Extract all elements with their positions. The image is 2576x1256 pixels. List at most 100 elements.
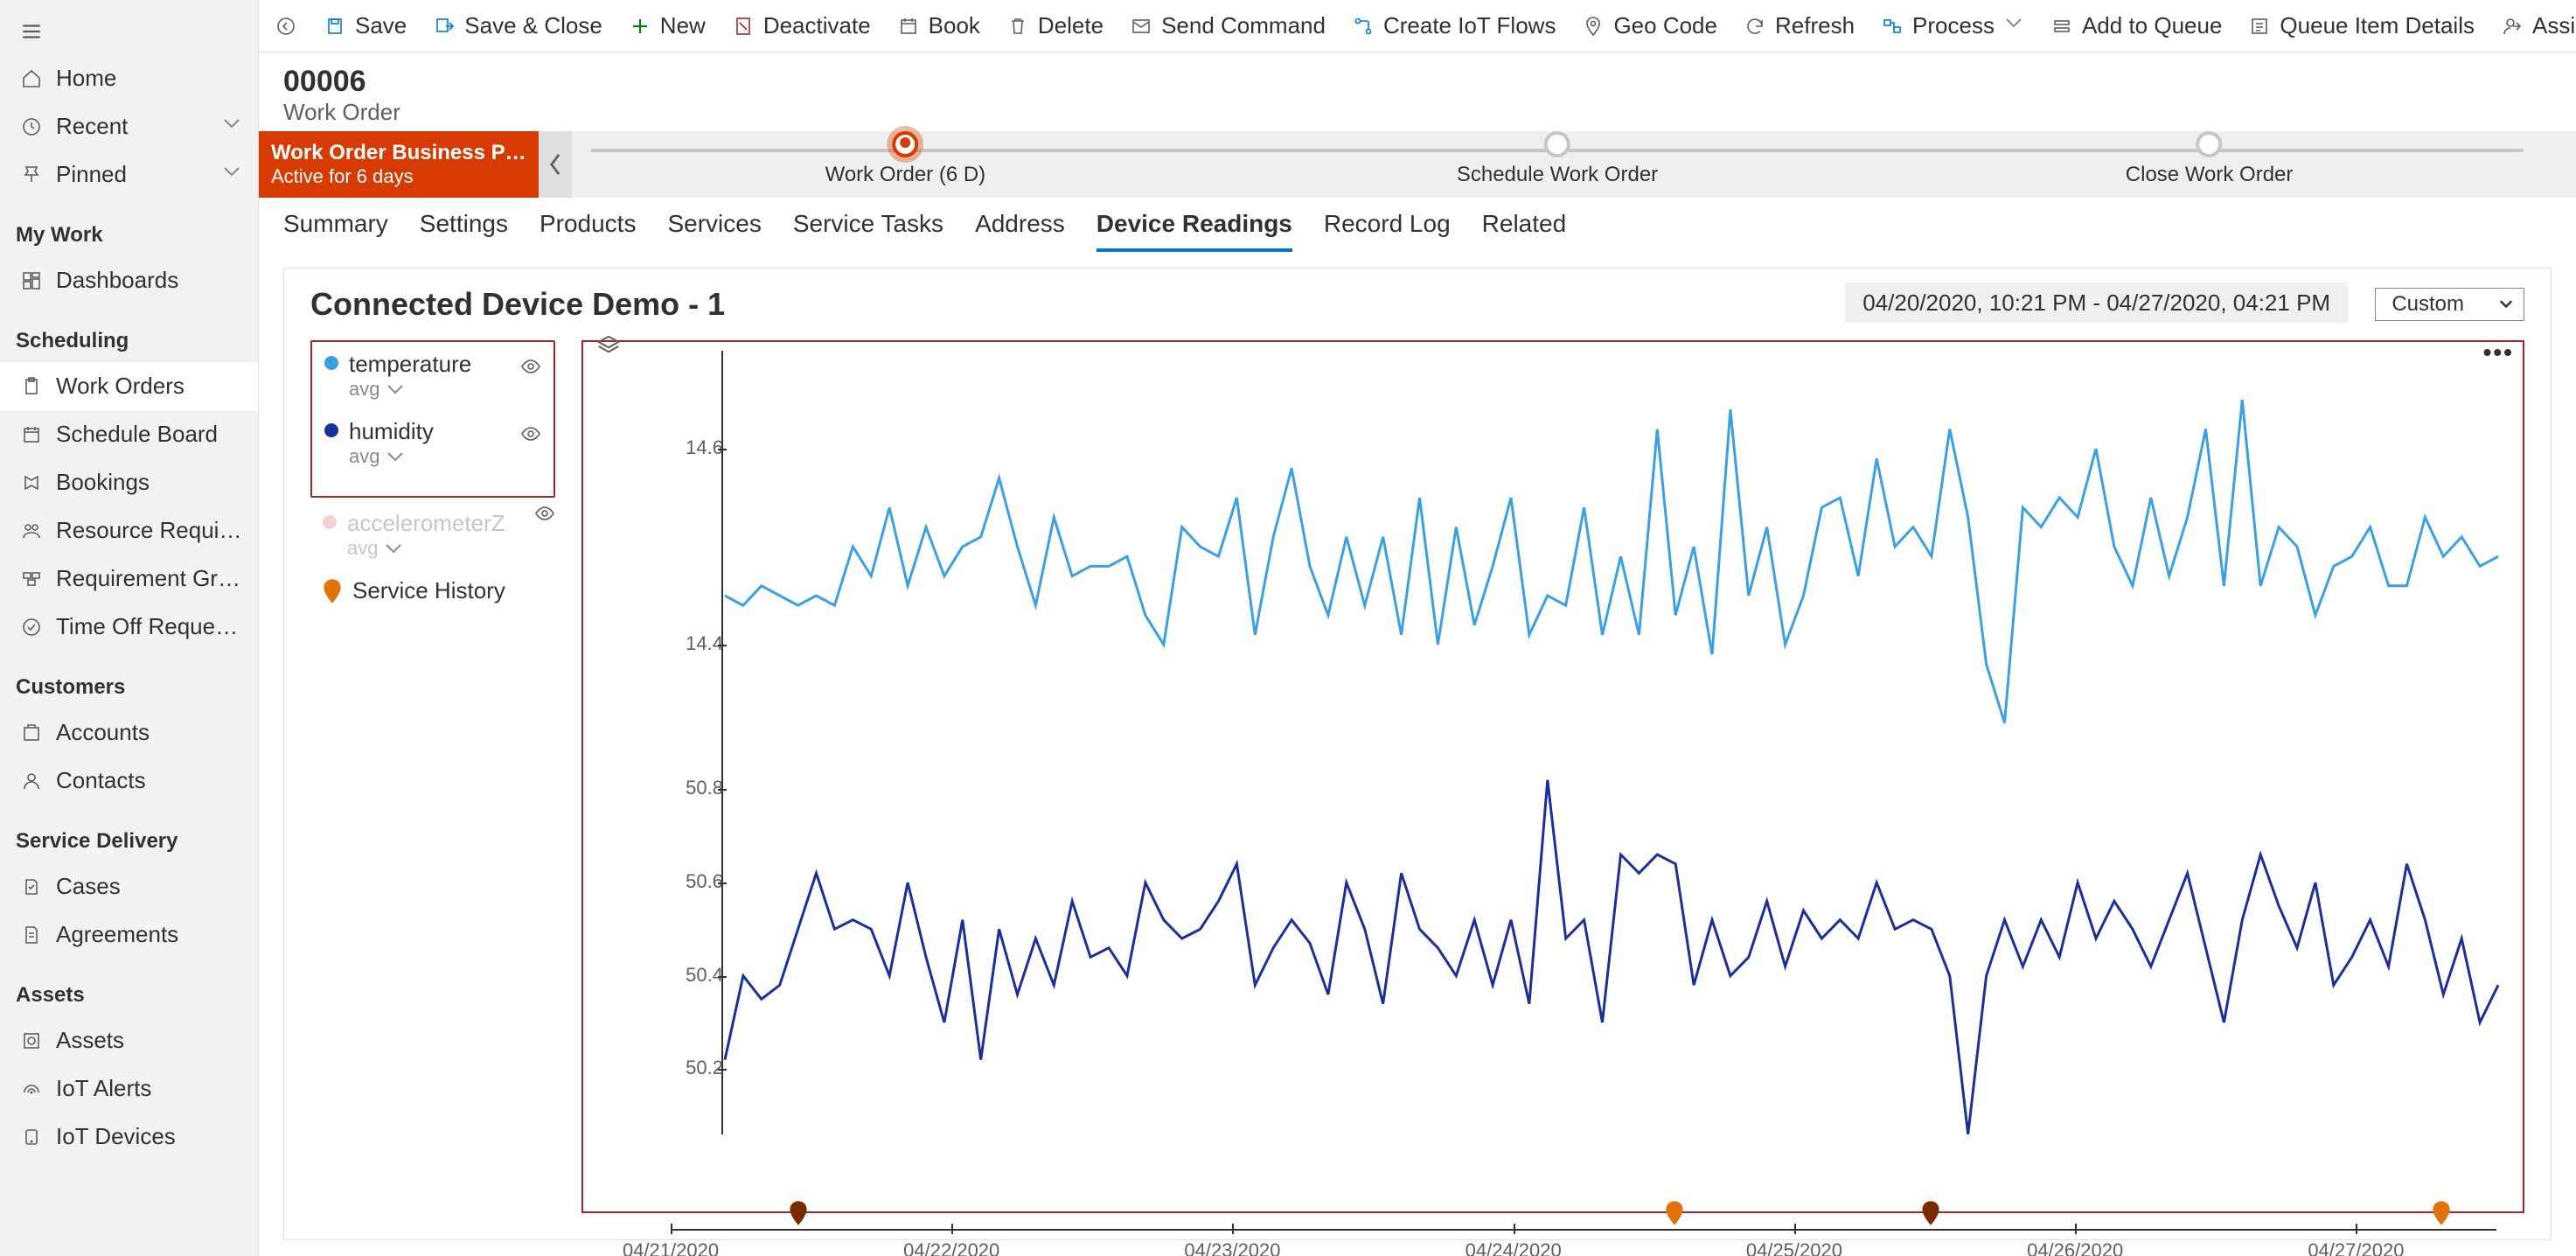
refresh-icon <box>1744 15 1766 38</box>
sidebar-item-contacts[interactable]: Contacts <box>0 757 258 805</box>
sidebar-item-recent[interactable]: Recent <box>0 102 258 150</box>
sidebar-item-label: Schedule Board <box>56 421 242 448</box>
tab-address[interactable]: Address <box>975 210 1065 252</box>
queue-icon <box>2050 15 2073 38</box>
range-mode-select[interactable]: Custom <box>2375 288 2524 321</box>
service-history-toggle[interactable]: Service History <box>310 577 555 604</box>
sidebar-item-bookings[interactable]: Bookings <box>0 458 258 506</box>
stage-label: Schedule Work Order <box>1457 163 1658 187</box>
tab-services[interactable]: Services <box>667 210 761 252</box>
sidebar-item-label: Time Off Requests <box>56 613 242 640</box>
sidebar-item-accounts[interactable]: Accounts <box>0 708 258 757</box>
hamburger-button[interactable] <box>0 9 258 54</box>
sidebar: Home Recent Pinned My Work Dashboards Sc… <box>0 0 259 1256</box>
clock-icon <box>19 115 44 139</box>
sidebar-item-label: Home <box>56 65 242 92</box>
save-button[interactable]: Save <box>324 12 407 39</box>
sidebar-item-resource-req[interactable]: Resource Requireme... <box>0 506 258 555</box>
assign-button[interactable]: Assign <box>2501 12 2576 39</box>
doc-icon <box>19 923 44 947</box>
history-pin-closed[interactable] <box>1921 1201 1940 1232</box>
sidebar-item-schedule-board[interactable]: Schedule Board <box>0 410 258 458</box>
sidebar-item-time-off[interactable]: Time Off Requests <box>0 603 258 651</box>
sidebar-item-dashboards[interactable]: Dashboards <box>0 256 258 304</box>
send-command-button[interactable]: Send Command <box>1130 12 1326 39</box>
record-id: 00006 <box>283 65 2552 99</box>
tab-summary[interactable]: Summary <box>283 210 388 252</box>
series-temperature[interactable]: temperature avg <box>324 351 541 401</box>
tab-settings[interactable]: Settings <box>420 210 508 252</box>
refresh-button[interactable]: Refresh <box>1744 12 1855 39</box>
business-process-flow: Work Order Business Pro... Active for 6 … <box>259 131 2576 198</box>
history-pin-created[interactable] <box>2432 1201 2451 1232</box>
back-button[interactable] <box>275 15 297 38</box>
temperature-chart: 14.4 14.6 <box>653 351 2505 743</box>
deactivate-icon <box>732 15 755 38</box>
saveclose-icon <box>433 15 456 38</box>
tab-record-log[interactable]: Record Log <box>1324 210 1451 252</box>
form-tabs: Summary Settings Products Services Service T… <box>259 198 2576 252</box>
stage-schedule[interactable]: Schedule Work Order <box>1457 131 1658 187</box>
history-pin-created[interactable] <box>1665 1201 1684 1232</box>
stage-work-order[interactable]: Work Order (6 D) <box>825 131 986 187</box>
sidebar-item-home[interactable]: Home <box>0 54 258 102</box>
geo-code-button[interactable]: Geo Code <box>1582 12 1717 39</box>
person-icon <box>19 769 44 793</box>
new-button[interactable]: New <box>629 12 706 39</box>
tab-device-readings[interactable]: Device Readings <box>1097 210 1292 252</box>
hamburger-icon <box>19 19 44 44</box>
history-pin-closed[interactable] <box>789 1201 808 1232</box>
series-agg[interactable]: avg <box>347 537 505 560</box>
sidebar-item-req-groups[interactable]: Requirement Groups <box>0 555 258 603</box>
sidebar-item-label: Work Orders <box>56 373 242 400</box>
iot-icon <box>19 1077 44 1101</box>
sidebar-item-cases[interactable]: Cases <box>0 862 258 911</box>
sidebar-item-iot-alerts[interactable]: IoT Alerts <box>0 1064 258 1113</box>
tab-related[interactable]: Related <box>1482 210 1567 252</box>
tab-products[interactable]: Products <box>540 210 637 252</box>
cmd-label: Book <box>929 12 980 39</box>
cmd-label: Queue Item Details <box>2280 12 2475 39</box>
sidebar-item-assets-list[interactable]: Assets <box>0 1016 258 1064</box>
panel-title: Connected Device Demo - 1 <box>310 286 725 323</box>
group-icon <box>19 567 44 591</box>
series-agg[interactable]: avg <box>349 445 434 468</box>
process-button[interactable]: Process <box>1881 12 2024 39</box>
asset-icon <box>19 1029 44 1053</box>
sidebar-item-label: Bookings <box>56 469 242 496</box>
visibility-toggle-icon[interactable] <box>520 356 541 383</box>
clipboard-icon <box>19 374 44 399</box>
account-icon <box>19 721 44 745</box>
visibility-toggle-icon[interactable] <box>534 503 555 530</box>
dashboard-icon <box>19 269 44 293</box>
series-agg[interactable]: avg <box>349 378 471 401</box>
deactivate-button[interactable]: Deactivate <box>732 12 871 39</box>
range-mode-label: Custom <box>2392 292 2464 317</box>
geo-icon <box>1582 15 1605 38</box>
sidebar-item-iot-devices[interactable]: IoT Devices <box>0 1113 258 1161</box>
queue-details-button[interactable]: Queue Item Details <box>2248 12 2475 39</box>
sidebar-item-agreements[interactable]: Agreements <box>0 911 258 959</box>
sidebar-item-label: IoT Devices <box>56 1123 242 1150</box>
stage-close[interactable]: Close Work Order <box>2126 131 2294 187</box>
delete-button[interactable]: Delete <box>1006 12 1104 39</box>
iotdev-icon <box>19 1125 44 1149</box>
save-close-button[interactable]: Save & Close <box>433 12 602 39</box>
sidebar-item-work-orders[interactable]: Work Orders <box>0 362 258 410</box>
create-iot-button[interactable]: Create IoT Flows <box>1352 12 1556 39</box>
save-icon <box>324 15 346 38</box>
layers-icon[interactable] <box>595 333 622 366</box>
process-flag[interactable]: Work Order Business Pro... Active for 6 … <box>259 131 539 198</box>
book-button[interactable]: Book <box>897 12 980 39</box>
tab-service-tasks[interactable]: Service Tasks <box>793 210 943 252</box>
cmd-label: Refresh <box>1775 12 1855 39</box>
visibility-toggle-icon[interactable] <box>520 423 541 450</box>
sidebar-item-pinned[interactable]: Pinned <box>0 150 258 199</box>
add-queue-button[interactable]: Add to Queue <box>2050 12 2222 39</box>
series-label: temperature <box>349 351 471 378</box>
series-accelerometerZ[interactable]: accelerometerZ avg <box>310 498 555 560</box>
series-humidity[interactable]: humidity avg <box>324 418 541 468</box>
x-tick-label: 04/26/2020 <box>2027 1239 2123 1256</box>
calendar-icon <box>19 422 44 447</box>
cmd-label: New <box>660 12 706 39</box>
